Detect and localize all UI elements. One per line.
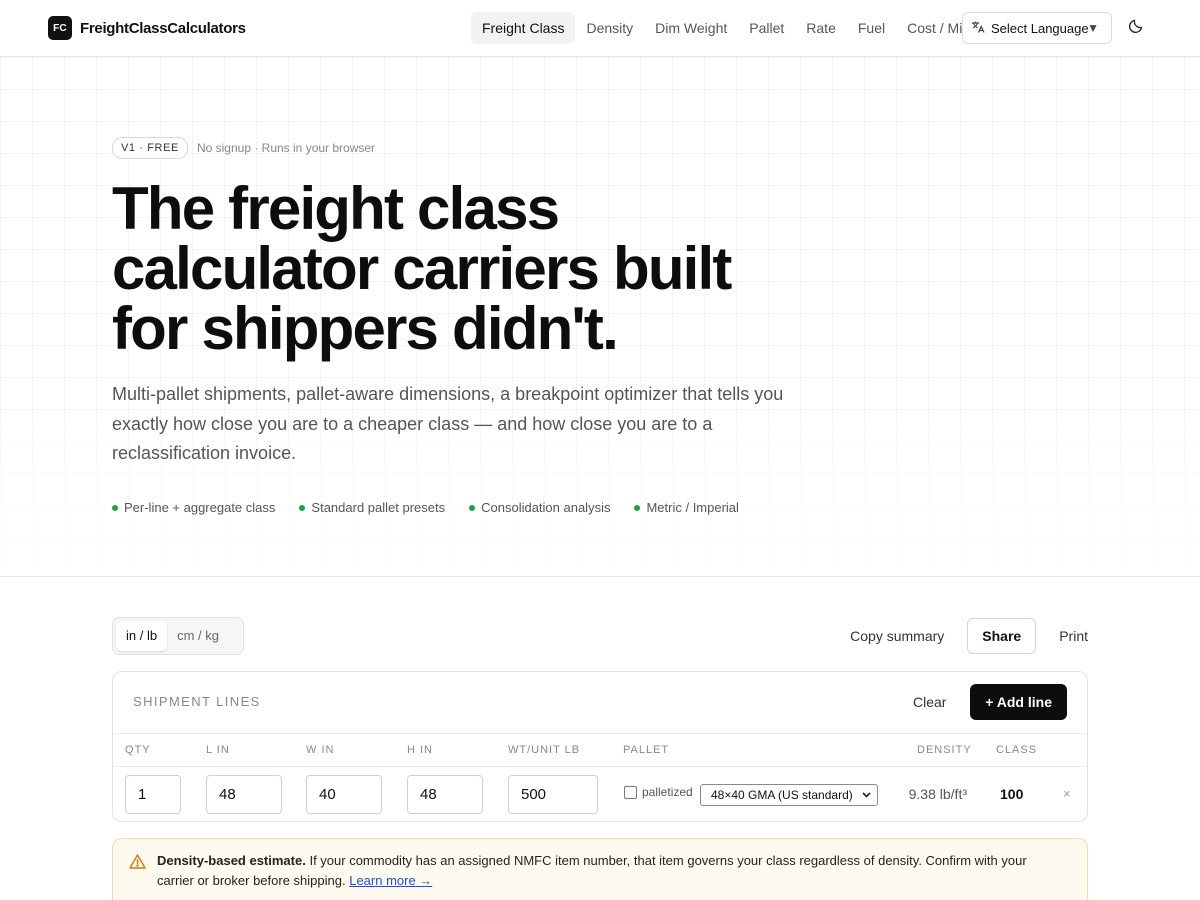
brand[interactable]: FC FreightClassCalculators — [48, 16, 246, 40]
hero-badge-row: V1 · FREE No signup · Runs in your brows… — [112, 137, 375, 159]
hero-section: V1 · FREE No signup · Runs in your brows… — [0, 57, 1200, 577]
warning-title: Density-based estimate. — [157, 853, 306, 868]
main-nav: Freight Class Density Dim Weight Pallet … — [471, 12, 973, 44]
column-header-class: CLASS — [996, 744, 1038, 756]
copy-summary-button[interactable]: Copy summary — [850, 628, 944, 644]
column-header-qty: QTY — [125, 744, 151, 756]
feature-label: Standard pallet presets — [311, 500, 446, 515]
badge-note: No signup · Runs in your browser — [196, 141, 376, 155]
feature-item: Standard pallet presets — [299, 500, 445, 515]
palletized-label: palletized — [642, 785, 693, 799]
nav-fuel[interactable]: Fuel — [847, 12, 896, 44]
title-line: for shippers didn't. — [112, 295, 619, 362]
warning-triangle-icon — [129, 853, 146, 875]
green-dot-icon — [299, 504, 306, 511]
class-value: 100 — [1000, 786, 1024, 802]
moon-icon — [1128, 18, 1144, 39]
green-dot-icon — [469, 504, 476, 511]
table-row: 1 48 40 48 500 palletized 48×40 GMA (US … — [113, 767, 1087, 821]
chevron-down-icon: ▼ — [1087, 21, 1099, 35]
action-bar: Copy summary Share Print — [827, 618, 1088, 654]
unit-imperial-option[interactable]: in / lb — [116, 621, 168, 651]
unit-toggle: in / lb cm / kg — [112, 617, 244, 655]
height-input[interactable]: 48 — [407, 775, 483, 814]
theme-toggle[interactable] — [1124, 16, 1148, 40]
unit-metric-option[interactable]: cm / kg — [167, 621, 229, 651]
column-header-width: W IN — [306, 744, 335, 756]
quantity-input[interactable]: 1 — [125, 775, 181, 814]
remove-line-button[interactable]: × — [1063, 786, 1071, 801]
language-select[interactable]: Select Language ▼ — [962, 12, 1112, 44]
warning-text: Density-based estimate. If your commodit… — [157, 851, 1057, 891]
language-select-label: Select Language — [991, 20, 1089, 36]
add-line-button[interactable]: + Add line — [970, 684, 1067, 720]
nav-freight-class[interactable]: Freight Class — [471, 12, 576, 44]
nav-density[interactable]: Density — [575, 12, 644, 44]
palletized-checkbox[interactable] — [624, 786, 637, 799]
brand-logo: FC — [48, 16, 72, 40]
translate-icon — [971, 20, 985, 37]
pallet-type-select[interactable]: 48×40 GMA (US standard) — [700, 784, 878, 806]
pallet-type-value: 48×40 GMA (US standard) — [711, 788, 853, 802]
width-input[interactable]: 40 — [306, 775, 382, 814]
column-header-pallet: PALLET — [623, 744, 670, 756]
title-line: calculator carriers built — [112, 235, 732, 302]
feature-item: Per-line + aggregate class — [112, 500, 275, 515]
title-line: The freight class — [112, 175, 560, 242]
green-dot-icon — [112, 504, 118, 511]
print-button[interactable]: Print — [1059, 628, 1088, 644]
weight-per-unit-input[interactable]: 500 — [508, 775, 598, 814]
hero-subtitle: Multi-pallet shipments, pallet-aware dim… — [112, 384, 784, 463]
length-input[interactable]: 48 — [206, 775, 282, 814]
column-header-density: DENSITY — [917, 744, 972, 756]
column-header-length: L IN — [206, 744, 230, 756]
density-value: 9.38 lb/ft³ — [908, 786, 967, 802]
column-header-height: H IN — [407, 744, 433, 756]
nav-dim-weight[interactable]: Dim Weight — [644, 12, 738, 44]
top-navigation-bar: FC FreightClassCalculators Freight Class… — [0, 0, 1200, 57]
density-warning-notice: Density-based estimate. If your commodit… — [112, 838, 1088, 900]
card-header: SHIPMENT LINES Clear + Add line — [113, 672, 1087, 734]
chevron-down-icon — [861, 785, 872, 812]
feature-label: Metric / Imperial — [646, 500, 739, 515]
feature-item: Consolidation analysis — [469, 500, 610, 515]
version-badge: V1 · FREE — [112, 137, 188, 159]
shipment-lines-card: SHIPMENT LINES Clear + Add line QTY L IN… — [112, 671, 1088, 822]
brand-name: FreightClassCalculators — [80, 19, 246, 37]
nav-pallet[interactable]: Pallet — [738, 12, 795, 44]
clear-button[interactable]: Clear — [913, 694, 946, 710]
table-header: QTY L IN W IN H IN WT/UNIT LB PALLET DEN… — [113, 734, 1087, 767]
feature-item: Metric / Imperial — [634, 500, 739, 515]
green-dot-icon — [634, 504, 641, 511]
feature-label: Consolidation analysis — [481, 500, 611, 515]
learn-more-link[interactable]: Learn more → — [349, 873, 432, 888]
column-header-weight: WT/UNIT LB — [508, 744, 581, 756]
feature-label: Per-line + aggregate class — [124, 500, 276, 515]
share-button[interactable]: Share — [967, 618, 1037, 654]
card-title: SHIPMENT LINES — [133, 694, 261, 709]
nav-rate[interactable]: Rate — [795, 12, 847, 44]
feature-list: Per-line + aggregate class Standard pall… — [112, 500, 763, 515]
page-title: The freight class calculator carriers bu… — [112, 179, 812, 359]
